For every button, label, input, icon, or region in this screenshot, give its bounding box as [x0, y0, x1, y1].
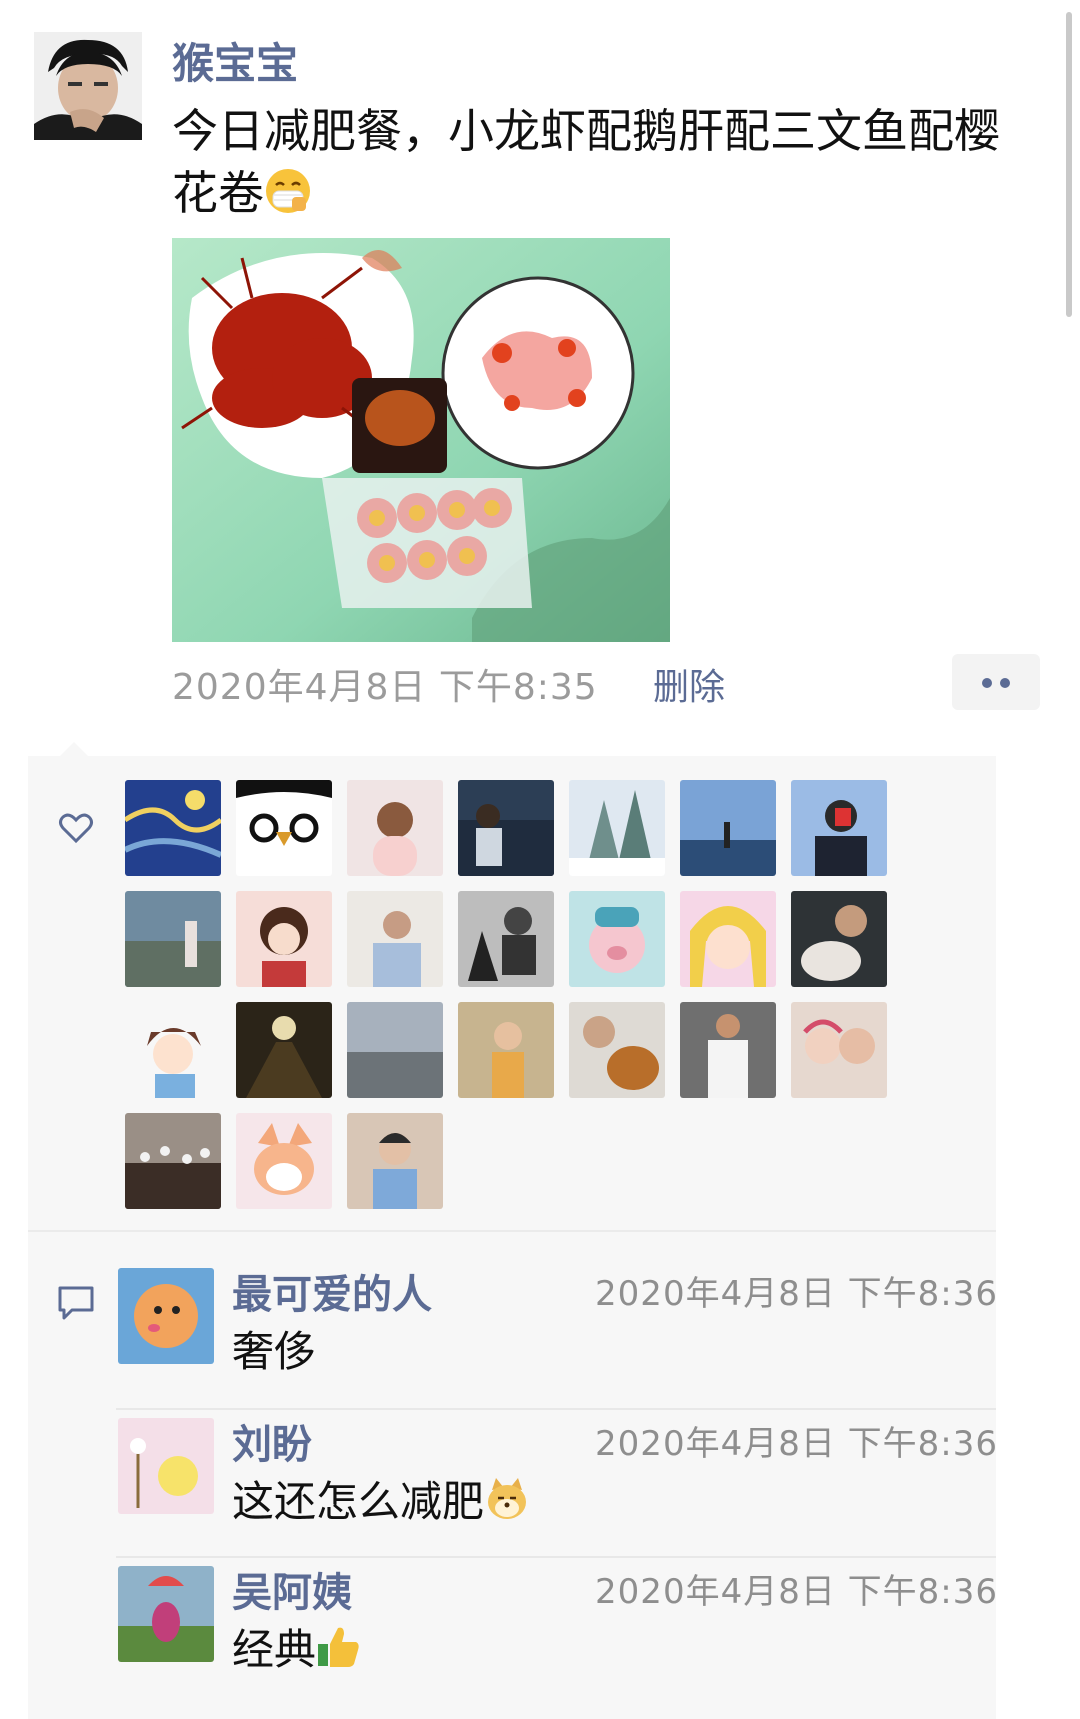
like-avatar-girl-pink[interactable]	[347, 780, 443, 876]
doge-emoji	[484, 1476, 530, 1532]
like-avatar-selfie-blue[interactable]	[791, 780, 887, 876]
heart-icon	[58, 810, 94, 846]
panel-divider	[28, 1230, 996, 1232]
like-avatar-boy-dog[interactable]	[569, 1002, 665, 1098]
like-avatar-anime-girl-red[interactable]	[236, 891, 332, 987]
mask-face-emoji	[264, 167, 312, 230]
post-timestamp: 2020年4月8日 下午8:35	[172, 667, 598, 708]
comment-time: 2020年4月8日 下午8:36	[595, 1274, 998, 1314]
comment-text: 奢侈	[232, 1327, 317, 1376]
comment-time: 2020年4月8日 下午8:36	[595, 1424, 998, 1464]
panel-pointer	[60, 742, 88, 756]
post-photo[interactable]	[172, 238, 670, 642]
thumbs-up-emoji	[316, 1624, 362, 1680]
commenter-avatar[interactable]	[118, 1566, 214, 1662]
interaction-panel: 最可爱的人 2020年4月8日 下午8:36 奢侈 刘盼 2020年4月8日 下…	[28, 756, 998, 1719]
comment-icon	[56, 1284, 96, 1322]
like-avatar-starry-night[interactable]	[125, 780, 221, 876]
like-avatar-young-man[interactable]	[347, 1113, 443, 1209]
like-avatar-man-shirt[interactable]	[347, 891, 443, 987]
comment-time: 2020年4月8日 下午8:36	[595, 1572, 998, 1612]
like-avatar-cartoon-pig[interactable]	[569, 891, 665, 987]
commenter-name[interactable]: 最可爱的人	[232, 1262, 432, 1320]
like-avatar-beach-gray[interactable]	[347, 1002, 443, 1098]
comment-text-content: 这还怎么减肥	[232, 1477, 485, 1526]
like-avatar-corgi[interactable]	[236, 1113, 332, 1209]
like-avatar-penguin[interactable]	[236, 780, 332, 876]
delete-link[interactable]: 删除	[653, 658, 725, 710]
like-avatar-snow-trees[interactable]	[569, 780, 665, 876]
post-author-avatar[interactable]	[34, 32, 142, 140]
comment-text: 经典	[232, 1616, 362, 1680]
comment-item[interactable]: 吴阿姨 2020年4月8日 下午8:36 经典	[118, 1554, 998, 1702]
like-avatar-blossoms[interactable]	[125, 1113, 221, 1209]
comment-text: 这还怎么减肥	[232, 1468, 530, 1532]
post-author-name[interactable]: 猴宝宝	[172, 30, 298, 91]
like-avatar-footballer[interactable]	[680, 1002, 776, 1098]
like-avatar-lake-person[interactable]	[680, 780, 776, 876]
commenter-avatar[interactable]	[118, 1268, 214, 1364]
like-avatar-child-sea[interactable]	[458, 780, 554, 876]
like-avatar-woman-sunlight[interactable]	[458, 1002, 554, 1098]
commenter-name[interactable]: 刘盼	[232, 1412, 312, 1470]
like-avatar-outdoor-woman[interactable]	[125, 891, 221, 987]
commenter-avatar[interactable]	[118, 1418, 214, 1514]
post-text: 今日减肥餐，小龙虾配鹅肝配三文鱼配樱花卷	[172, 100, 1042, 230]
comment-item[interactable]: 最可爱的人 2020年4月8日 下午8:36 奢侈	[118, 1256, 998, 1404]
like-avatar-anime-boy[interactable]	[125, 1002, 221, 1098]
scrollbar[interactable]	[1066, 12, 1072, 317]
comment-text-content: 经典	[232, 1625, 317, 1674]
like-avatar-dogs-bw[interactable]	[458, 891, 554, 987]
like-avatar-sailor-moon[interactable]	[680, 891, 776, 987]
more-button[interactable]	[952, 654, 1040, 710]
comment-item[interactable]: 刘盼 2020年4月8日 下午8:36 这还怎么减肥	[118, 1406, 998, 1554]
like-avatar-couple[interactable]	[791, 1002, 887, 1098]
like-avatar-hallway-lights[interactable]	[236, 1002, 332, 1098]
like-avatar-man-dog[interactable]	[791, 891, 887, 987]
commenter-name[interactable]: 吴阿姨	[232, 1560, 352, 1618]
